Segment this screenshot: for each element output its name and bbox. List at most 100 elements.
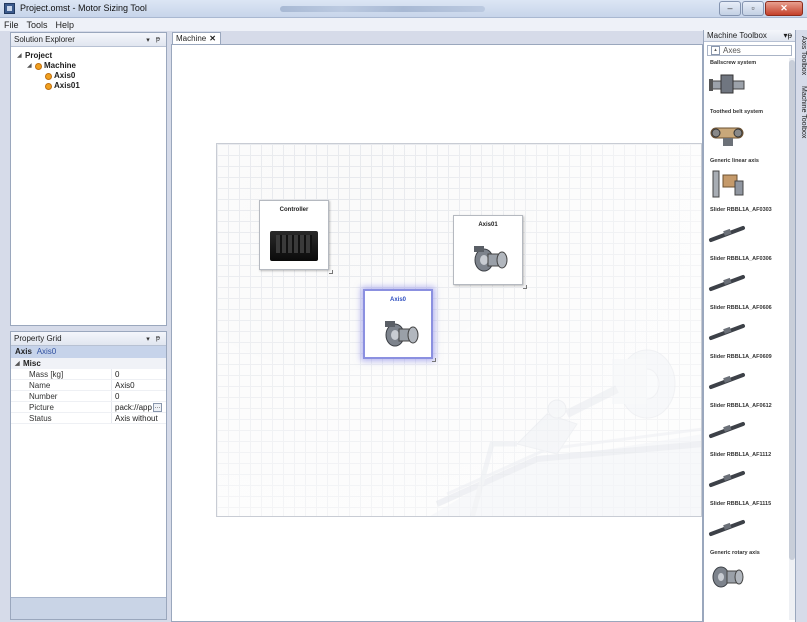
slider-icon — [709, 226, 745, 242]
motor-image — [474, 246, 508, 272]
tree-item-project[interactable]: ◢ Project — [15, 51, 162, 61]
toolbox-title: Machine Toolbox — [707, 31, 767, 40]
property-value-status[interactable]: Axis without — [111, 413, 166, 423]
toolbox-item-label: Generic linear axis — [710, 158, 759, 164]
toolbox-item[interactable]: Slider RBBL1A_AF0609 — [707, 352, 787, 401]
resize-handle[interactable] — [523, 285, 527, 289]
property-name: Picture — [29, 402, 54, 412]
tree-item-axis01[interactable]: Axis01 — [15, 81, 162, 91]
panel-dropdown-icon[interactable]: ▾ — [143, 335, 153, 343]
tab-axis-toolbox[interactable]: Axis Toolbox — [797, 36, 807, 75]
object-name: Axis0 — [36, 347, 57, 356]
property-value-number[interactable]: 0 — [111, 391, 166, 401]
window-title: Project.omst - Motor Sizing Tool — [20, 3, 147, 13]
solution-explorer-title: Solution Explorer — [14, 35, 75, 44]
axis0-node[interactable]: Axis0 — [363, 289, 436, 362]
toolbox-item[interactable]: Slider RBBL1A_AF0612 — [707, 401, 787, 450]
toolbox-item[interactable]: Slider RBBL1A_AF0606 — [707, 303, 787, 352]
expand-arrow-icon[interactable]: ◢ — [17, 51, 25, 61]
expand-arrow-icon[interactable]: ◢ — [27, 61, 35, 71]
slider-icon — [709, 373, 745, 389]
tab-machine-toolbox[interactable]: Machine Toolbox — [797, 86, 807, 138]
toolbox-item-label: Ballscrew system — [710, 60, 757, 66]
property-grid-panel: Property Grid ▾ ᵽ Axis Axis0 ◢ Misc Mass… — [10, 331, 167, 620]
document-tab-strip: Machine ✕ — [171, 32, 703, 44]
toolbox-item-label: Slider RBBL1A_AF0303 — [710, 207, 772, 213]
axis01-node[interactable]: Axis01 — [453, 215, 527, 289]
maximize-button[interactable]: ▫ — [742, 1, 764, 16]
controller-node[interactable]: Controller — [259, 200, 333, 274]
controller-image — [270, 231, 318, 261]
resize-handle[interactable] — [329, 270, 333, 274]
slider-icon — [709, 324, 745, 340]
warning-icon — [45, 72, 52, 80]
property-name: Status — [29, 413, 52, 423]
menu-file[interactable]: File — [4, 20, 19, 30]
picture-value-text: pack://app — [115, 402, 152, 412]
property-value-picture[interactable]: pack://app … — [111, 402, 166, 412]
blurred-background-title — [280, 6, 485, 12]
selected-object-bar: Axis Axis0 — [11, 346, 166, 358]
node-label: Axis0 — [389, 297, 406, 303]
pin-icon[interactable]: ᵽ — [153, 335, 163, 342]
property-value-mass[interactable]: 0 — [111, 369, 166, 379]
toolbox-item[interactable]: Slider RBBL1A_AF0303 — [707, 205, 787, 254]
property-row[interactable]: Mass [kg] 0 — [11, 369, 166, 380]
ballscrew-icon — [709, 74, 745, 94]
window-controls: – ▫ ✕ — [719, 1, 803, 16]
tree-item-label: Machine — [44, 61, 77, 70]
solution-tree: ◢ Project ◢ Machine Axis0 Axis01 — [11, 47, 166, 95]
app-icon — [4, 3, 15, 14]
toolbox-item[interactable]: Slider RBBL1A_AF0306 — [707, 254, 787, 303]
resize-handle[interactable] — [432, 358, 436, 362]
tree-item-machine[interactable]: ◢ Machine — [15, 61, 162, 71]
tree-item-axis0[interactable]: Axis0 — [15, 71, 162, 81]
toolbox-header: Machine Toolbox ▾ ᵽ — [704, 30, 795, 42]
property-name: Name — [29, 380, 51, 390]
solution-explorer-header: Solution Explorer ▾ ᵽ — [11, 33, 166, 47]
menu-tools[interactable]: Tools — [27, 20, 48, 30]
axes-category-header[interactable]: ▴ Axes — [707, 45, 792, 56]
panel-dropdown-icon[interactable]: ▾ — [143, 36, 153, 44]
toolbox-item-label: Slider RBBL1A_AF0612 — [710, 403, 772, 409]
pin-icon[interactable]: ᵽ — [788, 31, 792, 40]
tree-item-label: Axis0 — [54, 71, 76, 80]
collapse-arrow-icon[interactable]: ◢ — [15, 360, 23, 367]
property-row[interactable]: Picture pack://app … — [11, 402, 166, 413]
category-label: Misc — [23, 359, 41, 368]
browse-button[interactable]: … — [152, 402, 162, 412]
toolbox-item[interactable]: Ballscrew system — [707, 58, 787, 107]
toolbox-item[interactable]: Toothed belt system — [707, 107, 787, 156]
close-button[interactable]: ✕ — [765, 1, 803, 16]
title-bar: Project.omst - Motor Sizing Tool – ▫ ✕ — [0, 0, 807, 18]
motor-image — [385, 321, 419, 347]
toolbox-item-label: Slider RBBL1A_AF1112 — [710, 452, 772, 458]
property-grid-title: Property Grid — [14, 334, 62, 343]
property-category[interactable]: ◢ Misc — [11, 358, 166, 369]
toolbox-item[interactable]: Generic linear axis — [707, 156, 787, 205]
slider-icon — [709, 275, 745, 291]
toothed-belt-icon — [710, 127, 744, 146]
minimize-button[interactable]: – — [719, 1, 741, 16]
close-tab-icon[interactable]: ✕ — [209, 33, 216, 44]
property-value-name[interactable]: Axis0 — [111, 380, 166, 390]
property-row[interactable]: Name Axis0 — [11, 380, 166, 391]
linear-axis-icon — [712, 170, 744, 198]
toolbox-item[interactable]: Generic rotary axis — [707, 548, 787, 597]
property-description-area — [11, 597, 166, 619]
pin-icon[interactable]: ᵽ — [153, 36, 163, 43]
toolbox-item-label: Generic rotary axis — [710, 550, 760, 556]
toolbox-item[interactable]: Slider RBBL1A_AF1112 — [707, 450, 787, 499]
tab-machine[interactable]: Machine ✕ — [172, 32, 221, 44]
solution-explorer-panel: Solution Explorer ▾ ᵽ ◢ Project ◢ Machin… — [10, 32, 167, 326]
menu-help[interactable]: Help — [56, 20, 75, 30]
property-row[interactable]: Number 0 — [11, 391, 166, 402]
toolbox-item-label: Slider RBBL1A_AF0606 — [710, 305, 772, 311]
warning-icon — [45, 82, 52, 90]
toolbox-item[interactable]: Slider RBBL1A_AF1115 — [707, 499, 787, 548]
property-row[interactable]: Status Axis without — [11, 413, 166, 424]
object-type: Axis — [15, 347, 32, 356]
machine-canvas[interactable]: Controller Axis01 Axis0 — [216, 143, 702, 517]
collapse-icon[interactable]: ▴ — [711, 46, 720, 55]
node-label: Controller — [279, 207, 309, 213]
